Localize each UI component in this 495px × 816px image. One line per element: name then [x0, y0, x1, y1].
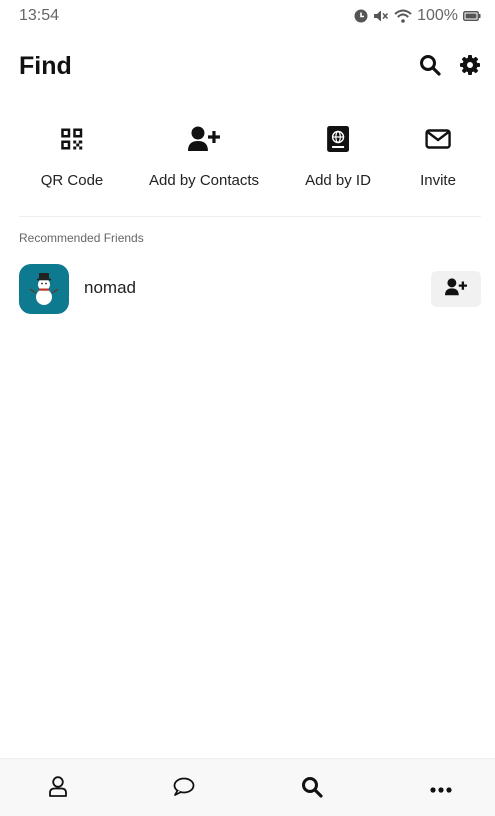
header: Find [0, 50, 495, 84]
quick-actions: QR Code Add by Contacts Add by ID Invite [0, 125, 495, 192]
user-plus-icon [188, 126, 220, 157]
invite-action[interactable]: Invite [420, 126, 456, 189]
friend-list-item[interactable]: nomad [19, 264, 481, 314]
chat-icon [173, 777, 195, 801]
battery-percentage: 100% [417, 7, 458, 24]
search-button[interactable] [417, 54, 443, 80]
qr-code-action[interactable]: QR Code [40, 126, 104, 189]
status-time: 13:54 [19, 7, 60, 24]
avatar [19, 264, 69, 314]
friend-name: nomad [84, 278, 136, 297]
envelope-icon [425, 128, 451, 154]
status-bar: 13:54 100% [0, 0, 495, 34]
nav-chat[interactable] [171, 777, 197, 801]
gear-icon [459, 54, 481, 81]
page-title: Find [19, 52, 72, 80]
action-label: QR Code [40, 172, 104, 189]
qr-code-icon [61, 128, 83, 155]
action-label: Invite [420, 172, 456, 189]
recommended-friends-heading: Recommended Friends [19, 231, 144, 245]
mute-icon [373, 9, 389, 23]
wifi-icon [394, 9, 412, 23]
add-by-id-action[interactable]: Add by ID [305, 125, 371, 189]
search-icon [419, 54, 441, 81]
user-plus-icon [445, 277, 467, 301]
profile-icon [49, 776, 67, 802]
bottom-nav [0, 758, 495, 816]
battery-icon [463, 10, 481, 22]
settings-button[interactable] [457, 54, 483, 80]
nav-more[interactable] [428, 777, 454, 801]
add-friend-button[interactable] [431, 271, 481, 307]
snowman-avatar-icon [19, 273, 69, 314]
more-icon [430, 780, 452, 798]
nav-profile[interactable] [45, 776, 71, 802]
id-book-icon [327, 125, 349, 157]
action-label: Add by Contacts [148, 172, 260, 189]
action-label: Add by ID [305, 172, 371, 189]
status-icons: 100% [354, 7, 481, 25]
alarm-icon [354, 9, 368, 23]
nav-find[interactable] [299, 776, 325, 803]
divider [19, 216, 481, 217]
add-by-contacts-action[interactable]: Add by Contacts [149, 126, 259, 189]
search-icon [301, 776, 323, 803]
